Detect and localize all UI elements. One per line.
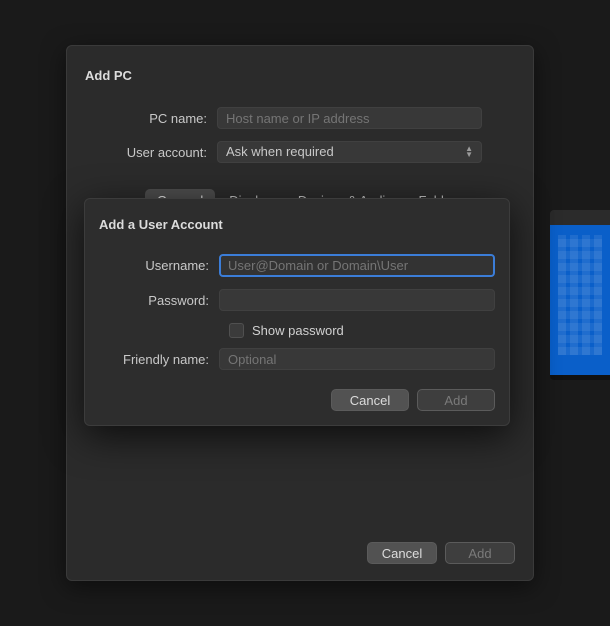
- username-row: Username:: [99, 254, 495, 277]
- panel-button-row: Cancel Add: [367, 542, 515, 564]
- password-label: Password:: [99, 293, 219, 308]
- panel-title: Add PC: [85, 68, 515, 83]
- modal-button-row: Cancel Add: [331, 389, 495, 411]
- panel-cancel-button[interactable]: Cancel: [367, 542, 437, 564]
- user-account-select[interactable]: Ask when required ▲▼: [217, 141, 482, 163]
- pc-name-input[interactable]: [217, 107, 482, 129]
- password-row: Password:: [99, 289, 495, 311]
- user-account-value: Ask when required: [226, 142, 334, 162]
- desktop-thumbnail[interactable]: [550, 210, 610, 380]
- panel-add-button[interactable]: Add: [445, 542, 515, 564]
- modal-add-button[interactable]: Add: [417, 389, 495, 411]
- modal-title: Add a User Account: [99, 217, 495, 232]
- show-password-checkbox[interactable]: [229, 323, 244, 338]
- user-account-row: User account: Ask when required ▲▼: [85, 141, 515, 163]
- friendly-name-label: Friendly name:: [99, 352, 219, 367]
- chevron-updown-icon: ▲▼: [465, 146, 473, 158]
- pc-name-label: PC name:: [85, 111, 217, 126]
- show-password-label: Show password: [252, 323, 344, 338]
- friendly-name-row: Friendly name:: [99, 348, 495, 370]
- show-password-row: Show password: [229, 323, 495, 338]
- modal-cancel-button[interactable]: Cancel: [331, 389, 409, 411]
- password-input[interactable]: [219, 289, 495, 311]
- add-user-account-dialog: Add a User Account Username: Password: S…: [84, 198, 510, 426]
- friendly-name-input[interactable]: [219, 348, 495, 370]
- pc-name-row: PC name:: [85, 107, 515, 129]
- username-label: Username:: [99, 258, 219, 273]
- username-input[interactable]: [219, 254, 495, 277]
- user-account-label: User account:: [85, 145, 217, 160]
